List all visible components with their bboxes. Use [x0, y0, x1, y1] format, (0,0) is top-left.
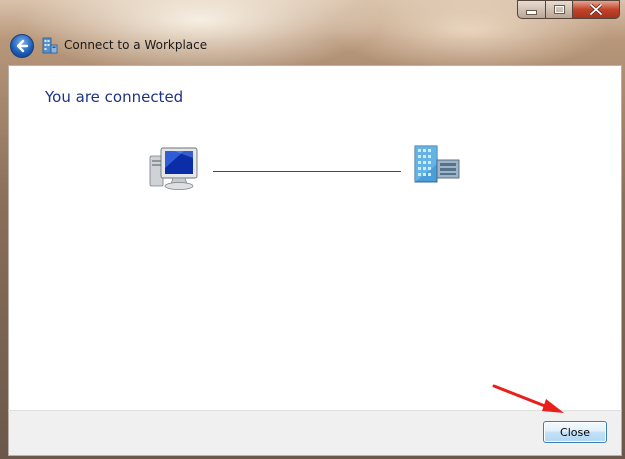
window-title: Connect to a Workplace [64, 38, 208, 52]
window-frame: Connect to a Workplace You are connected [0, 0, 625, 459]
window-controls [517, 0, 620, 20]
minimize-button[interactable] [517, 0, 545, 19]
close-button[interactable]: Close [543, 421, 607, 443]
maximize-icon [553, 5, 565, 14]
close-x-icon [590, 4, 602, 15]
connection-line [213, 171, 401, 172]
window-close-button[interactable] [572, 0, 620, 19]
page-heading: You are connected [45, 88, 184, 106]
maximize-button[interactable] [545, 0, 572, 19]
computer-icon [149, 147, 198, 190]
footer-bar: Close [8, 410, 622, 456]
workplace-icon [42, 37, 58, 54]
workplace-server-icon [414, 145, 460, 183]
back-button[interactable] [10, 34, 34, 58]
content-panel: You are connected [8, 65, 622, 411]
back-arrow-icon [16, 39, 29, 53]
minimize-icon [526, 10, 537, 15]
red-arrow-annotation [492, 384, 564, 413]
